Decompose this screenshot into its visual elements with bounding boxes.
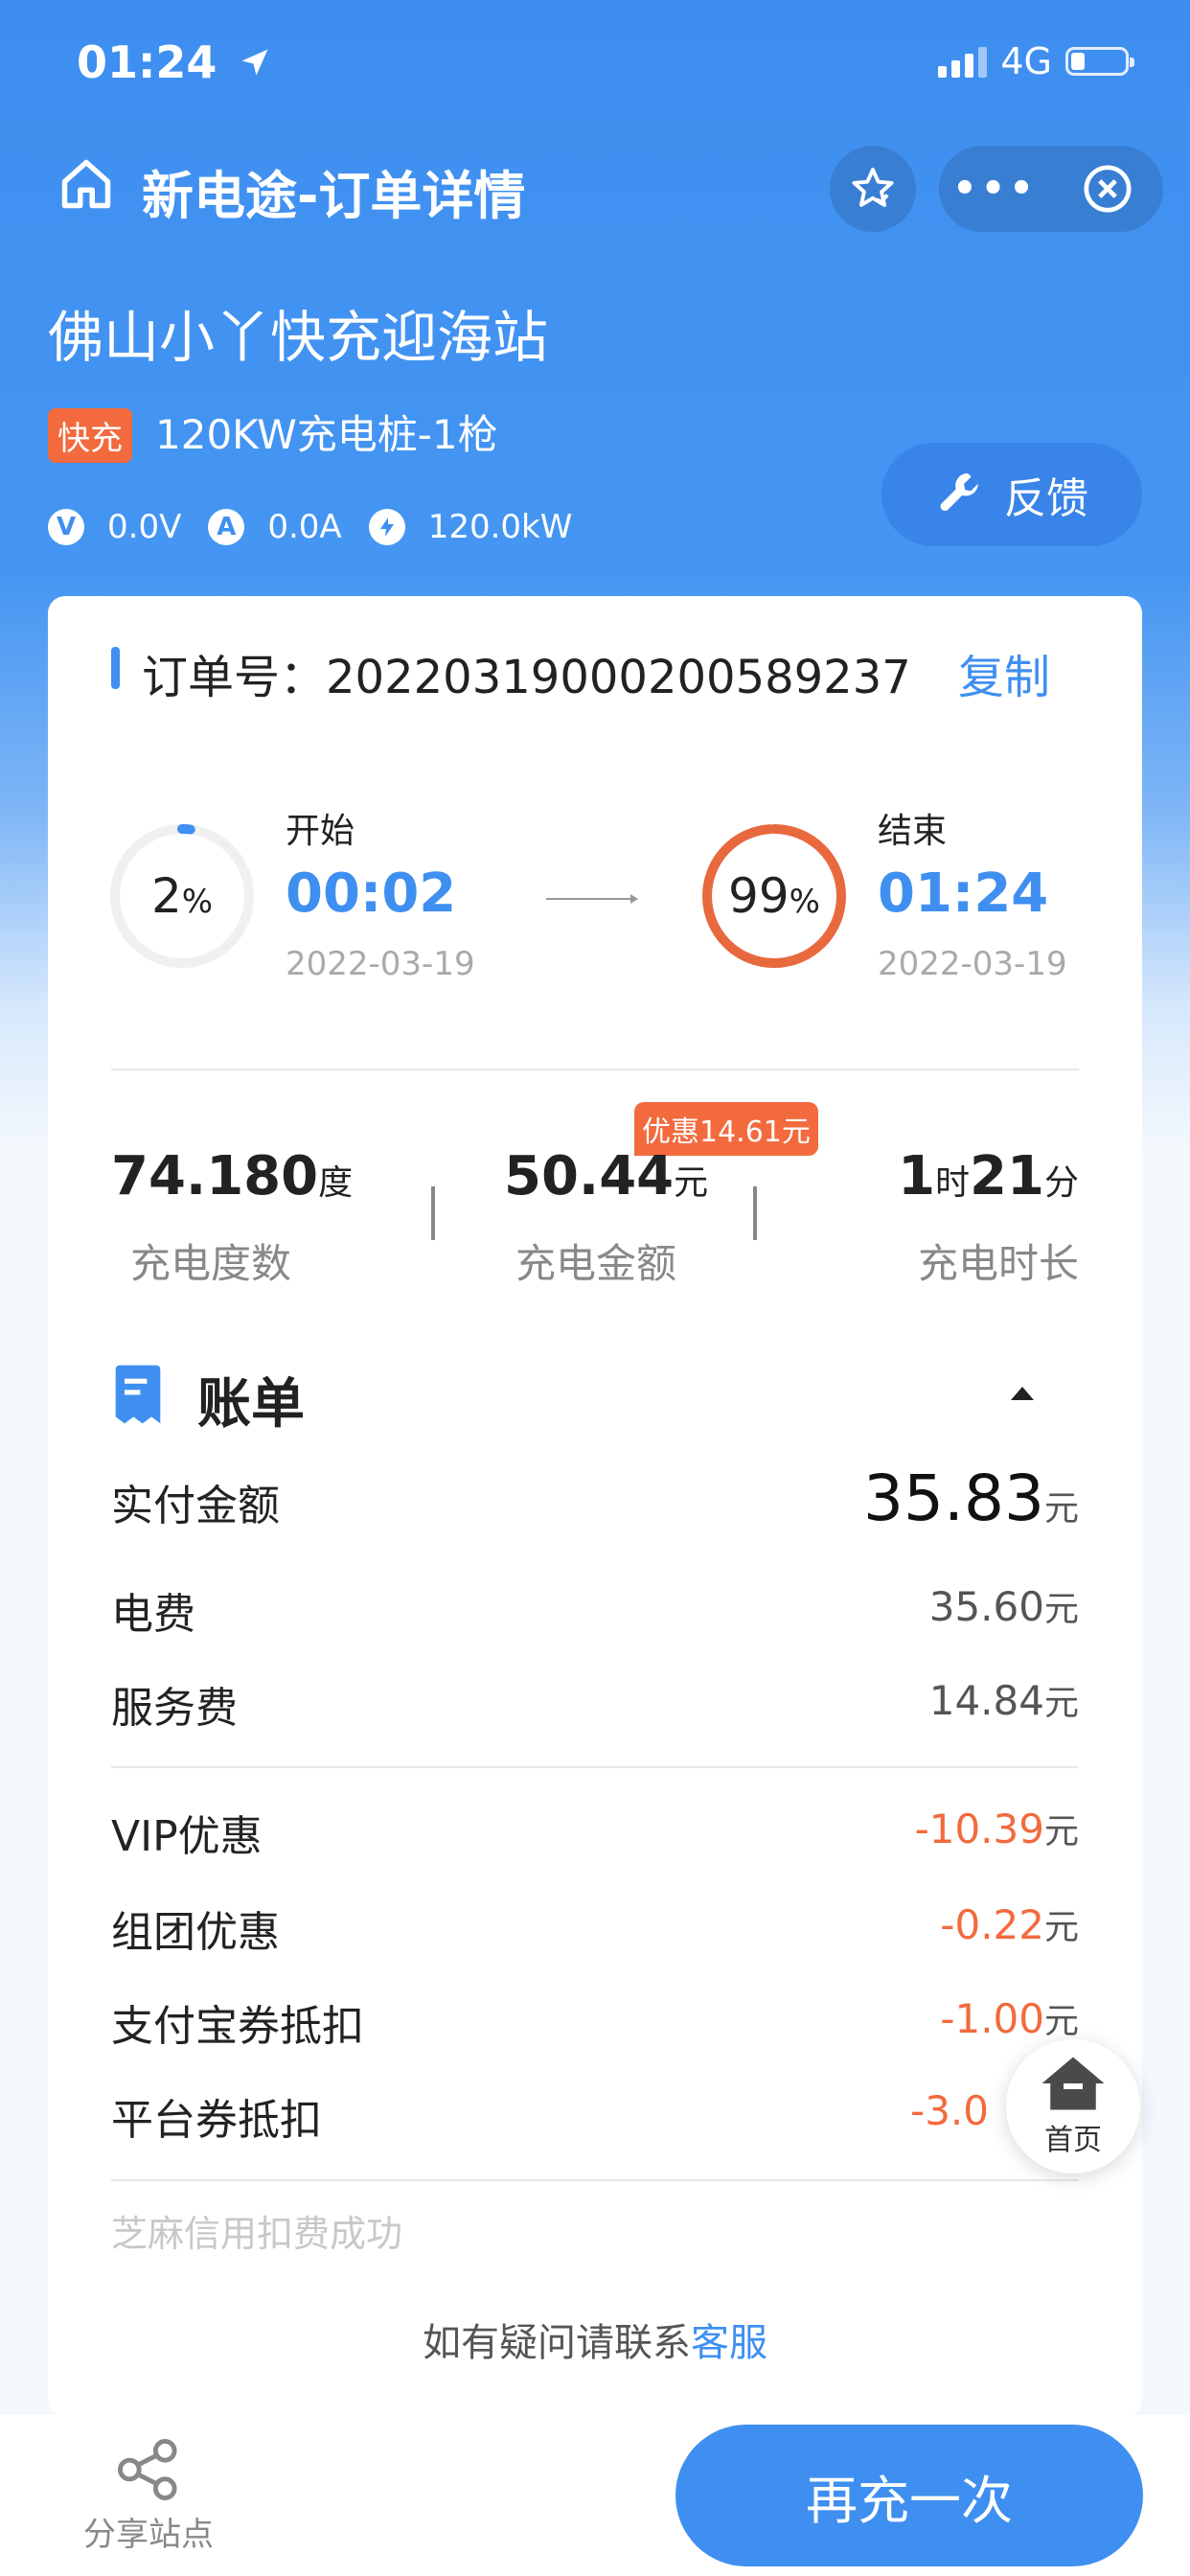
share-icon xyxy=(117,2439,177,2500)
house-icon xyxy=(1041,2057,1105,2110)
feedback-button[interactable]: 反馈 xyxy=(881,443,1142,546)
charger-metrics: V 0.0V A 0.0A 120.0kW xyxy=(48,508,599,546)
order-number: 订单号：20220319000200589237 xyxy=(142,651,911,704)
amount-value: 50.44元 xyxy=(504,1145,709,1208)
vip-discount-value: -10.39元 xyxy=(914,1806,1079,1852)
divider xyxy=(111,2179,1079,2181)
credit-payment-note: 芝麻信用扣费成功 xyxy=(111,2213,403,2255)
customer-service-link[interactable]: 客服 xyxy=(691,2321,767,2365)
floating-home-button[interactable]: 首页 xyxy=(1006,2039,1140,2174)
divider xyxy=(111,1069,1079,1070)
paid-value: 35.83元 xyxy=(863,1461,1079,1535)
wrench-icon xyxy=(940,472,978,512)
start-soc-text: 2% xyxy=(150,868,214,924)
start-time: 00:02 xyxy=(286,862,457,925)
voltage-icon: V xyxy=(48,509,84,545)
end-date: 2022-03-19 xyxy=(878,945,1067,983)
share-station-label: 分享站点 xyxy=(83,2516,214,2554)
end-label: 结束 xyxy=(878,812,948,851)
signal-icon xyxy=(938,45,988,78)
close-button[interactable] xyxy=(1051,162,1163,216)
status-indicators: 4G xyxy=(938,40,1134,82)
start-label: 开始 xyxy=(286,812,355,851)
end-soc-ring: 99% xyxy=(698,819,851,973)
energy-value: 74.180度 xyxy=(111,1145,354,1208)
mini-program-capsule: ••• xyxy=(939,146,1163,232)
more-button[interactable]: ••• xyxy=(939,167,1051,211)
contact-support: 如有疑问请联系客服 xyxy=(423,2321,767,2365)
group-discount-value: -0.22元 xyxy=(940,1901,1079,1948)
floating-home-label: 首页 xyxy=(1044,2124,1102,2157)
platform-coupon-label: 平台券抵扣 xyxy=(111,2096,322,2145)
page-title: 新电途-订单详情 xyxy=(142,166,526,226)
location-arrow-icon xyxy=(241,49,268,76)
voltage-value: 0.0V xyxy=(107,508,182,546)
fast-charge-badge: 快充 xyxy=(48,408,132,463)
duration-value: 1时21分 xyxy=(898,1145,1079,1208)
status-time: 01:24 xyxy=(77,36,272,88)
collapse-icon[interactable] xyxy=(1008,1384,1037,1403)
order-number-value: 20220319000200589237 xyxy=(326,651,911,704)
star-icon xyxy=(852,168,894,207)
amount-label: 充电金额 xyxy=(515,1240,677,1287)
network-label: 4G xyxy=(1000,40,1052,82)
start-soc-ring: 2% xyxy=(105,819,259,973)
group-discount-label: 组团优惠 xyxy=(111,1908,280,1957)
energy-label: 充电度数 xyxy=(130,1240,292,1287)
service-fee-label: 服务费 xyxy=(111,1684,238,1733)
divider xyxy=(111,1766,1079,1768)
station-name: 佛山小丫快充迎海站 xyxy=(48,305,549,370)
share-station-button[interactable]: 分享站点 xyxy=(77,2439,220,2555)
service-fee-value: 14.84元 xyxy=(928,1677,1079,1724)
current-icon: A xyxy=(208,509,245,545)
vip-discount-label: VIP优惠 xyxy=(111,1812,263,1861)
paid-label: 实付金额 xyxy=(111,1482,280,1530)
stat-separator xyxy=(753,1186,757,1240)
current-value: 0.0A xyxy=(267,508,342,546)
electricity-fee-value: 35.60元 xyxy=(928,1583,1079,1630)
power-icon xyxy=(368,509,405,545)
pile-name: 120KW充电桩-1枪 xyxy=(155,411,498,458)
bill-title: 账单 xyxy=(197,1373,305,1436)
electricity-fee-label: 电费 xyxy=(111,1590,195,1639)
favorite-button[interactable] xyxy=(830,146,916,232)
end-soc-text: 99% xyxy=(728,868,820,924)
start-date: 2022-03-19 xyxy=(286,945,475,983)
power-value: 120.0kW xyxy=(427,508,573,546)
home-icon[interactable] xyxy=(57,155,115,213)
bill-icon xyxy=(115,1365,161,1424)
alipay-coupon-label: 支付宝券抵扣 xyxy=(111,2002,364,2051)
duration-label: 充电时长 xyxy=(917,1240,1079,1287)
battery-icon xyxy=(1065,47,1134,76)
section-marker xyxy=(111,647,120,689)
alipay-coupon-value: -1.00元 xyxy=(940,1995,1079,2042)
stat-separator xyxy=(431,1186,435,1240)
close-icon xyxy=(1084,165,1131,213)
recharge-again-button[interactable]: 再充一次 xyxy=(675,2425,1143,2566)
feedback-label: 反馈 xyxy=(1004,474,1088,523)
end-time: 01:24 xyxy=(878,862,1049,925)
copy-button[interactable]: 复制 xyxy=(958,639,1050,706)
platform-coupon-value: -3.0 xyxy=(910,2087,989,2134)
arrow-right-icon xyxy=(546,894,638,904)
